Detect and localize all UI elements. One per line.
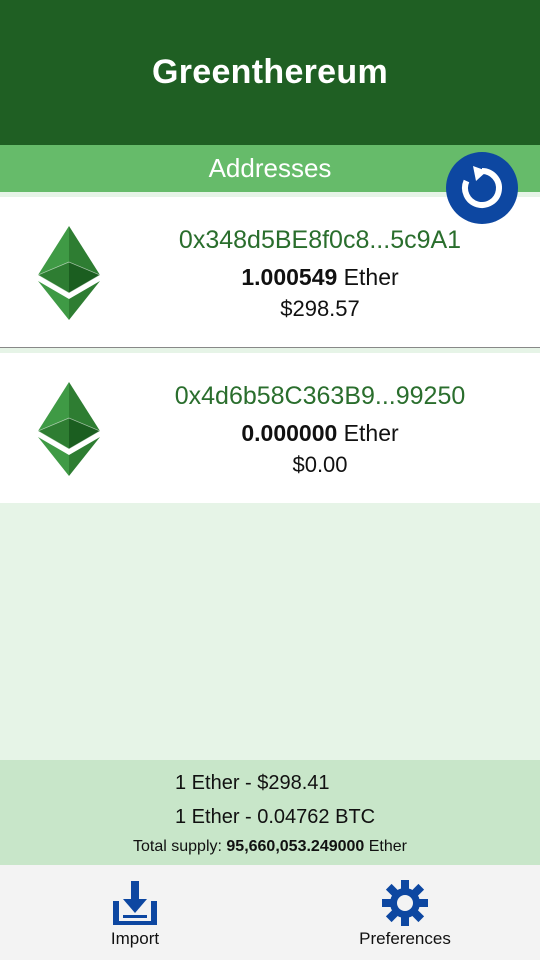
balance-amount: 0.000000 xyxy=(241,420,338,446)
bottom-nav: Import Preferences xyxy=(0,865,540,960)
app-screen: Greenthereum Addresses 0x348d5BE8f0c8...… xyxy=(0,0,540,960)
ethereum-icon xyxy=(38,226,100,320)
balance-amount: 1.000549 xyxy=(241,264,338,290)
refresh-button[interactable] xyxy=(446,152,518,224)
supply-unit: Ether xyxy=(364,838,407,855)
preferences-button[interactable]: Preferences xyxy=(340,865,470,960)
usd-value: $298.57 xyxy=(280,296,360,321)
address-text: 0x4d6b58C363B9...99250 xyxy=(174,382,466,410)
address-info: 0x4d6b58C363B9...99250 0.000000 Ether $0… xyxy=(100,380,540,480)
supply-label: Total supply: xyxy=(133,838,227,855)
market-stats: 1 Ether - $298.41 1 Ether - 0.04762 BTC … xyxy=(0,760,540,865)
refresh-icon xyxy=(462,166,502,208)
section-title: Addresses xyxy=(208,153,332,183)
preferences-label: Preferences xyxy=(359,929,451,948)
address-card[interactable]: 0x4d6b58C363B9...99250 0.000000 Ether $0… xyxy=(0,353,540,503)
download-tray-icon xyxy=(113,881,157,925)
gear-icon xyxy=(382,880,428,926)
price-btc: 1 Ether - 0.04762 BTC xyxy=(175,806,376,828)
address-card[interactable]: 0x348d5BE8f0c8...5c9A1 1.000549 Ether $2… xyxy=(0,197,540,348)
address-text: 0x348d5BE8f0c8...5c9A1 xyxy=(178,226,462,254)
balance-unit: Ether xyxy=(337,420,399,446)
usd-value: $0.00 xyxy=(292,452,348,477)
address-info: 0x348d5BE8f0c8...5c9A1 1.000549 Ether $2… xyxy=(100,224,540,324)
balance-unit: Ether xyxy=(337,264,399,290)
price-usd: 1 Ether - $298.41 xyxy=(175,772,330,794)
balance-line: 0.000000 Ether xyxy=(100,418,540,448)
balance-line: 1.000549 Ether xyxy=(100,262,540,292)
ethereum-icon xyxy=(38,382,100,476)
app-title: Greenthereum xyxy=(151,53,388,91)
import-button[interactable]: Import xyxy=(84,865,186,960)
import-label: Import xyxy=(110,929,160,948)
supply-value: 95,660,053.249000 xyxy=(226,838,365,855)
total-supply: Total supply: 95,660,053.249000 Ether xyxy=(0,838,540,856)
app-header: Greenthereum xyxy=(0,0,540,145)
